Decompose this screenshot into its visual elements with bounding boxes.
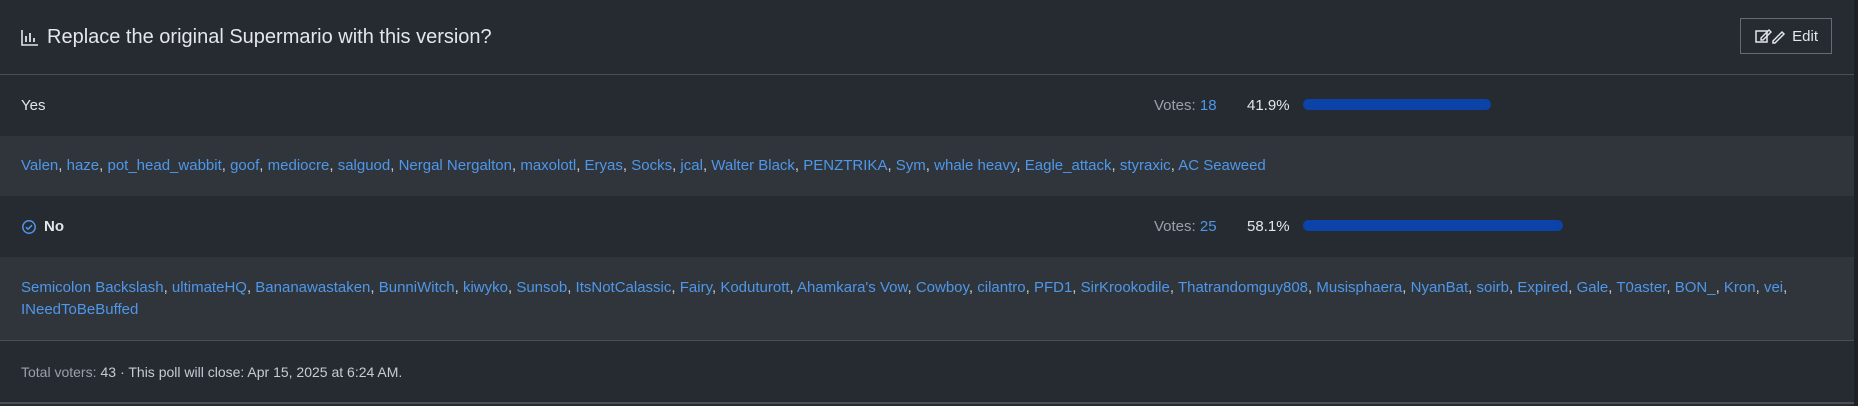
voter-names: Valen, haze, pot_head_wabbit, goof, medi… [21, 157, 1266, 174]
voter-link[interactable]: SirKrookodile [1081, 279, 1170, 296]
voter-link[interactable]: Koduturott [720, 279, 789, 296]
voter-link[interactable]: mediocre [268, 157, 330, 174]
poll-title-text: Replace the original Supermario with thi… [47, 25, 492, 48]
voter-link[interactable]: whale heavy [934, 157, 1016, 174]
voter-link[interactable]: AC Seaweed [1178, 157, 1266, 174]
voter-link[interactable]: Thatrandomguy808 [1178, 279, 1308, 296]
poll-header: Replace the original Supermario with thi… [0, 0, 1854, 75]
voter-link[interactable]: Fairy [680, 279, 712, 296]
voter-link[interactable]: Expired [1517, 279, 1568, 296]
voter-link[interactable]: Kron [1724, 279, 1756, 296]
voter-link[interactable]: maxolotl [520, 157, 576, 174]
vote-count: Votes: 18 [1154, 97, 1217, 114]
bar-chart-icon [21, 30, 38, 46]
total-voters-label: Total voters: [21, 363, 97, 380]
voter-link[interactable]: Sunsob [516, 279, 567, 296]
voter-link[interactable]: Sym [896, 157, 926, 174]
voter-link[interactable]: Eryas [585, 157, 623, 174]
check-circle-icon [22, 219, 36, 234]
voter-link[interactable]: goof [230, 157, 259, 174]
vote-percent: 41.9% [1247, 97, 1290, 114]
voter-link[interactable]: kiwyko [463, 279, 508, 296]
votes-label: Votes: [1154, 97, 1200, 114]
voter-names: Semicolon Backslash, ultimateHQ, Bananaw… [21, 278, 1788, 318]
voter-link[interactable]: PFD1 [1034, 279, 1072, 296]
vote-progress-bar [1303, 220, 1564, 231]
voter-link[interactable]: Ahamkara's Vow [797, 279, 907, 296]
edit-button[interactable]: Edit [1740, 18, 1832, 54]
poll-close-text: · This poll will close: Apr 15, 2025 at … [120, 363, 403, 380]
voter-link[interactable]: Musisphaera [1316, 279, 1402, 296]
voter-link[interactable]: styraxic [1120, 157, 1171, 174]
voter-link[interactable]: Eagle_attack [1025, 157, 1112, 174]
votes-value[interactable]: 18 [1200, 97, 1217, 114]
voter-link[interactable]: Nergal Nergalton [399, 157, 512, 174]
option-text: Yes [21, 97, 46, 114]
voter-link[interactable]: soirb [1477, 279, 1510, 296]
poll-footer: Total voters: 43 · This poll will close:… [0, 341, 1854, 404]
option-label: No [21, 218, 64, 235]
edit-label: Edit [1792, 27, 1818, 45]
voter-link[interactable]: T0aster [1616, 279, 1666, 296]
voter-link[interactable]: PENZTRIKA [803, 157, 887, 174]
vote-progress-bar [1303, 99, 1491, 110]
voter-list-no: Semicolon Backslash, ultimateHQ, Bananaw… [0, 257, 1854, 341]
voter-link[interactable]: salguod [338, 157, 391, 174]
voter-link[interactable]: ItsNotCalassic [576, 279, 672, 296]
option-label: Yes [21, 97, 45, 114]
voter-link[interactable]: BON_ [1675, 279, 1716, 296]
voter-link[interactable]: cilantro [977, 279, 1025, 296]
voter-link[interactable]: haze [67, 157, 100, 174]
voter-link[interactable]: NyanBat [1411, 279, 1469, 296]
voter-link[interactable]: Bananawastaken [255, 279, 370, 296]
voter-link[interactable]: Walter Black [711, 157, 795, 174]
voter-list-yes: Valen, haze, pot_head_wabbit, goof, medi… [0, 136, 1854, 196]
voter-link[interactable]: jcal [680, 157, 703, 174]
voter-link[interactable]: INeedToBeBuffed [21, 301, 138, 318]
poll-option-yes: Yes Votes: 18 41.9% [0, 75, 1854, 136]
voter-link[interactable]: vei [1764, 279, 1783, 296]
votes-label: Votes: [1154, 218, 1200, 235]
option-text: No [44, 218, 64, 235]
voter-link[interactable]: Valen [21, 157, 58, 174]
poll-title: Replace the original Supermario with thi… [21, 26, 492, 49]
vote-percent: 58.1% [1247, 218, 1290, 235]
voter-link[interactable]: BunniWitch [379, 279, 455, 296]
voter-link[interactable]: Semicolon Backslash [21, 279, 164, 296]
edit-icon [1755, 29, 1786, 44]
votes-value[interactable]: 25 [1200, 218, 1217, 235]
voter-link[interactable]: Socks [631, 157, 672, 174]
poll-block: Replace the original Supermario with thi… [0, 0, 1858, 406]
voter-link[interactable]: ultimateHQ [172, 279, 247, 296]
voter-link[interactable]: Gale [1577, 279, 1609, 296]
vote-count: Votes: 25 [1154, 218, 1217, 235]
total-voters-value: 43 [100, 363, 117, 380]
voter-link[interactable]: pot_head_wabbit [107, 157, 221, 174]
poll-option-no: No Votes: 25 58.1% [0, 196, 1854, 257]
voter-link[interactable]: Cowboy [916, 279, 969, 296]
